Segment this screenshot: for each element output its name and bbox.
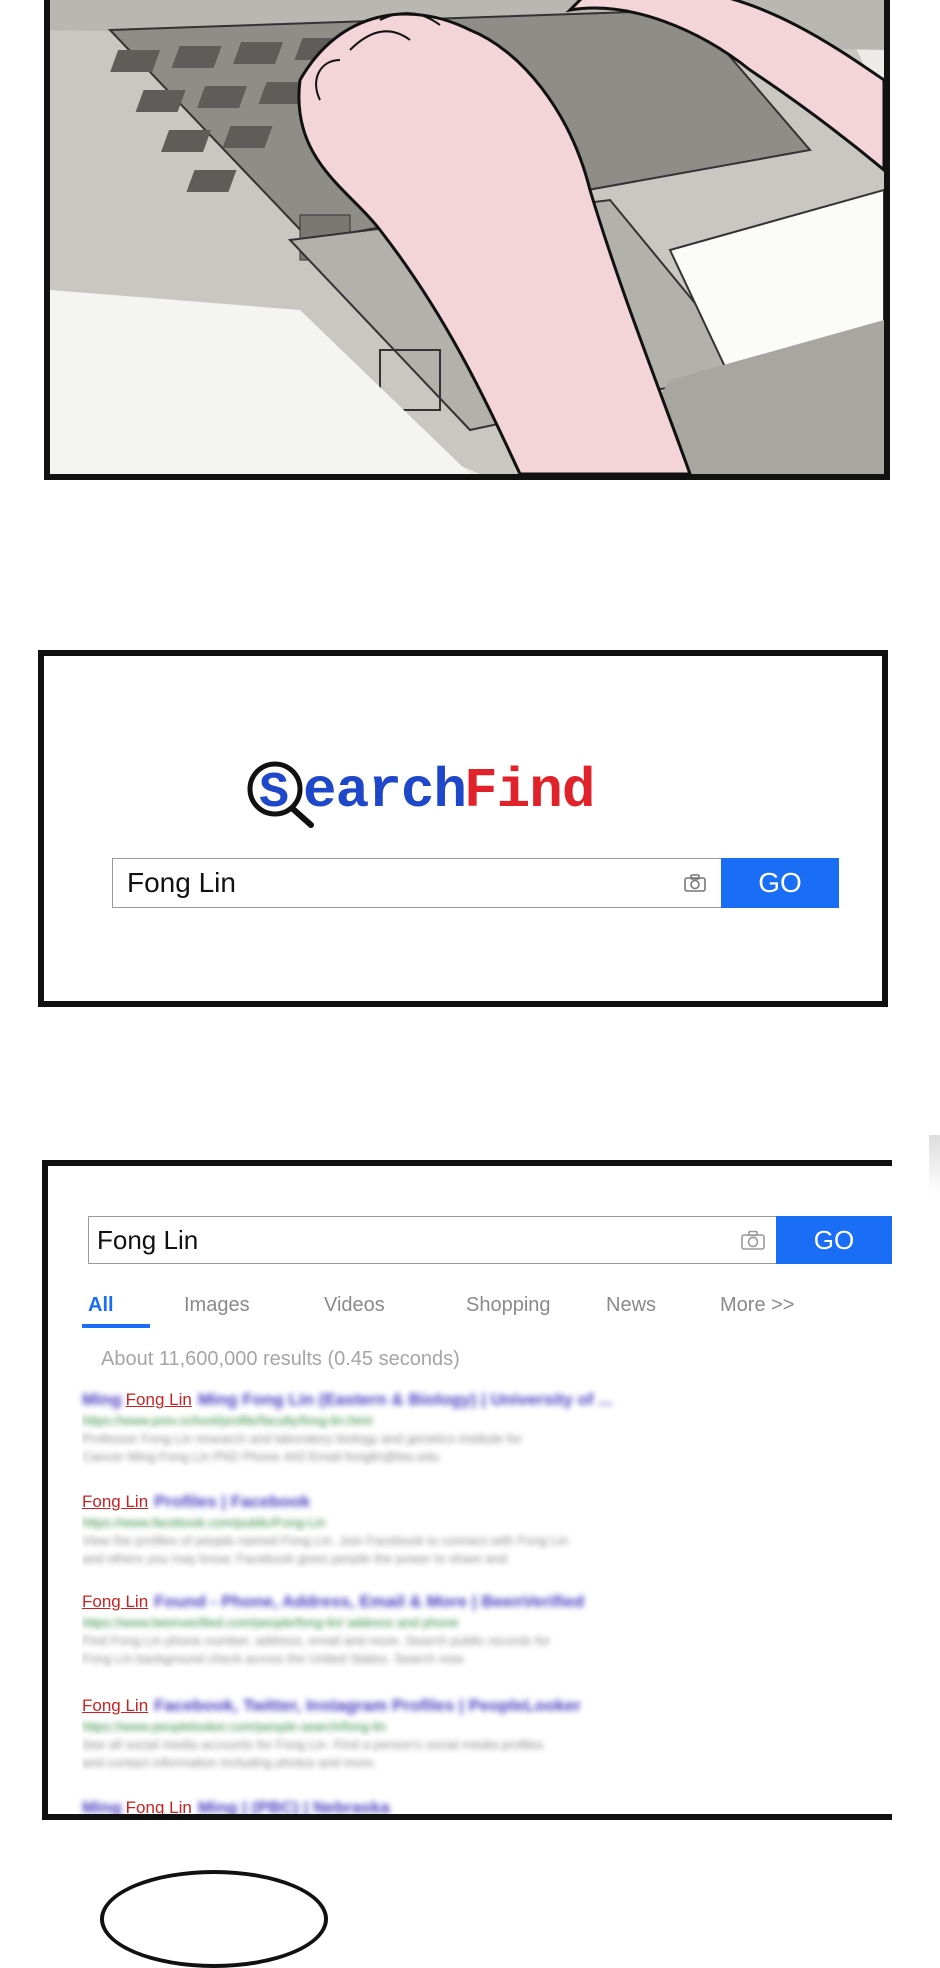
searchfind-logo: S earch Find — [247, 756, 595, 828]
logo-blue-text: earch — [303, 759, 467, 823]
search-home-panel: S earch Find Fong Lin GO — [38, 650, 888, 1007]
result-snippet-line: and contact information including photos… — [82, 1755, 377, 1770]
result-name-link[interactable]: Fong Lin — [82, 1696, 148, 1716]
tab-shopping[interactable]: Shopping — [466, 1294, 551, 1317]
result-url: https://www.facebook.com/public/Fong-Lin — [82, 1515, 326, 1530]
search-result: Fong Lin Profiles | Facebook https://www… — [82, 1490, 682, 1568]
search-query-text: Fong Lin — [127, 867, 236, 898]
result-title[interactable]: Profiles | Facebook — [154, 1492, 310, 1512]
result-snippet-line: Cancer Ming Fong Lin PhD Phone 443 Email… — [82, 1449, 440, 1464]
tab-videos[interactable]: Videos — [324, 1294, 385, 1317]
result-snippet-line: View the profiles of people named Fong L… — [82, 1533, 569, 1548]
result-snippet-line: Professor Fong Lin research and laborato… — [82, 1431, 523, 1446]
result-snippet-line: See all social media accounts for Fong L… — [82, 1737, 544, 1752]
logo-red-text: Find — [464, 759, 595, 823]
search-input[interactable]: Fong Lin — [88, 1216, 778, 1264]
camera-icon[interactable] — [675, 863, 715, 903]
magnifier-logo-icon: S — [247, 761, 314, 828]
search-results-panel: Fong Lin GO All Images Videos Shopping N… — [42, 1160, 892, 1820]
search-result: Fong Lin Facebook, Twitter, Instagram Pr… — [82, 1694, 682, 1772]
go-button[interactable]: GO — [776, 1216, 892, 1264]
search-input[interactable]: Fong Lin — [112, 858, 722, 908]
result-url: https://www.prev.school/profile/faculty/… — [82, 1413, 373, 1428]
result-name-link[interactable]: Fong Lin — [126, 1798, 192, 1814]
typing-hands-illustration — [50, 0, 884, 474]
result-title[interactable]: Ming | (PBC) | Nebraska — [198, 1798, 390, 1814]
result-name-link[interactable]: Fong Lin — [82, 1492, 148, 1512]
tab-more[interactable]: More >> — [720, 1294, 794, 1317]
result-url: https://www.peoplelooker.com/people-sear… — [82, 1719, 387, 1734]
result-title[interactable]: Found - Phone, Address, Email & More | B… — [154, 1592, 584, 1612]
tab-images[interactable]: Images — [184, 1294, 250, 1317]
tab-news[interactable]: News — [606, 1294, 656, 1317]
search-result: Ming Fong Lin Ming Fong Lin (Eastern & B… — [82, 1390, 613, 1464]
go-button[interactable]: GO — [721, 858, 839, 908]
result-snippet-line: and others you may know. Facebook gives … — [82, 1551, 507, 1566]
result-title[interactable]: Ming Fong Lin (Eastern & Biology) | Univ… — [198, 1390, 613, 1410]
search-query-text: Fong Lin — [97, 1224, 199, 1255]
search-result: Fong Lin Found - Phone, Address, Email &… — [82, 1590, 682, 1668]
result-title[interactable]: Facebook, Twitter, Instagram Profiles | … — [154, 1696, 581, 1716]
logo-first-letter: S — [259, 765, 289, 822]
camera-icon[interactable] — [733, 1220, 773, 1260]
result-name-link[interactable]: Fong Lin — [82, 1592, 148, 1612]
tab-all[interactable]: All — [88, 1294, 114, 1317]
speech-bubble — [100, 1870, 328, 1968]
result-name-link[interactable]: Fong Lin — [126, 1390, 192, 1410]
results-tabs: All Images Videos Shopping News More >> — [48, 1294, 868, 1334]
laptop-illustration-panel — [44, 0, 890, 480]
page-edge-artifact — [929, 1135, 940, 1195]
result-snippet-line: Find Fong Lin phone number, address, ema… — [82, 1633, 551, 1648]
result-url: https://www.beenverified.com/people/fong… — [82, 1615, 459, 1630]
search-result: Ming Fong Lin Ming | (PBC) | Nebraska — [82, 1798, 390, 1817]
result-snippet-line: Fong Lin background check across the Uni… — [82, 1651, 466, 1666]
results-stats: About 11,600,000 results (0.45 seconds) — [101, 1348, 460, 1370]
active-tab-underline — [82, 1324, 150, 1328]
